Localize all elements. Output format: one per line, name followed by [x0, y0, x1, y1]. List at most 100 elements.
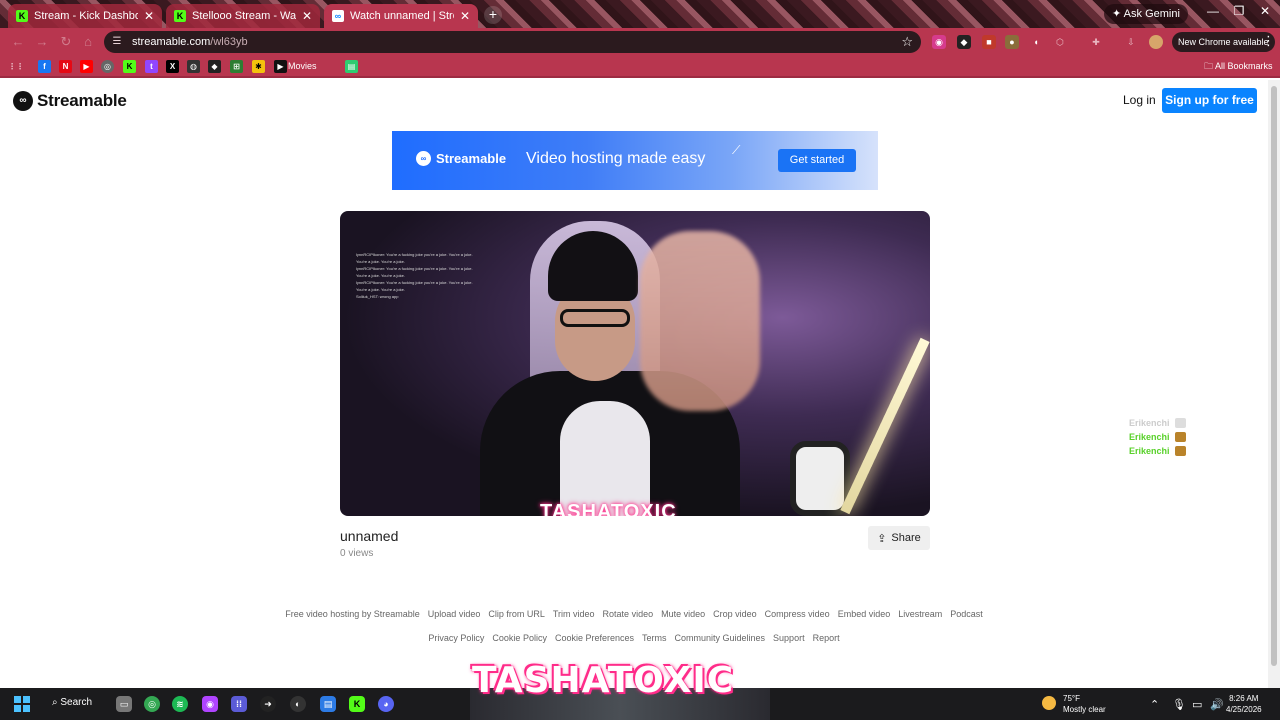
- extension-icon[interactable]: ◆: [957, 35, 971, 49]
- extension-icon[interactable]: ●: [1005, 35, 1019, 49]
- chat-username: Erikenchi: [1129, 432, 1170, 442]
- minimize-button[interactable]: —: [1204, 4, 1222, 22]
- x-icon[interactable]: X: [166, 60, 179, 73]
- close-icon[interactable]: ✕: [302, 9, 312, 23]
- page-scrollbar[interactable]: [1268, 80, 1280, 688]
- extension-icon[interactable]: ◖: [1029, 35, 1043, 49]
- video-frame-hat: [548, 231, 638, 301]
- footer-link[interactable]: Support: [773, 633, 805, 643]
- twitch-icon[interactable]: t: [145, 60, 158, 73]
- footer-link[interactable]: Rotate video: [603, 609, 654, 619]
- movies-icon[interactable]: ▶: [274, 60, 287, 73]
- tab-streamable[interactable]: ∞ Watch unnamed | Streamable ✕: [324, 4, 478, 28]
- apps-grid-icon[interactable]: ⋮⋮: [8, 60, 24, 73]
- footer-link[interactable]: Upload video: [428, 609, 481, 619]
- promo-banner[interactable]: ∞ Streamable Video hosting made easy ⟋ G…: [392, 131, 878, 190]
- app-icon[interactable]: ➜: [260, 696, 276, 712]
- side-chat-overlay: Erikenchi Erikenchi Erikenchi: [1129, 416, 1186, 458]
- maximize-button[interactable]: ❐: [1230, 4, 1248, 22]
- address-bar[interactable]: ☰ streamable.com/wl63yb ☆: [104, 31, 921, 53]
- ask-gemini-button[interactable]: ✦ Ask Gemini: [1104, 4, 1188, 24]
- footer-link[interactable]: Terms: [642, 633, 667, 643]
- system-clock[interactable]: 8:26 AM 4/25/2026: [1226, 693, 1262, 715]
- kick-icon[interactable]: K: [123, 60, 136, 73]
- chrome-icon[interactable]: ◎: [144, 696, 160, 712]
- video-overlay-name: TASHATOXIC: [540, 501, 677, 516]
- scrollbar-thumb[interactable]: [1271, 86, 1277, 666]
- facebook-icon[interactable]: f: [38, 60, 51, 73]
- footer-link[interactable]: Clip from URL: [488, 609, 545, 619]
- video-frame-light: [840, 337, 930, 515]
- ask-gemini-label: Ask Gemini: [1123, 8, 1180, 20]
- back-icon[interactable]: ←: [10, 34, 26, 50]
- footer-link[interactable]: Crop video: [713, 609, 757, 619]
- tab-stellooo-stream[interactable]: K Stellooo Stream - Watch Live on Kick ✕: [166, 4, 320, 28]
- notepad-icon[interactable]: ▤: [320, 696, 336, 712]
- app-icon[interactable]: ◉: [202, 696, 218, 712]
- close-icon[interactable]: ✕: [460, 9, 470, 23]
- footer-link[interactable]: Trim video: [553, 609, 595, 619]
- extension-icon[interactable]: ■: [982, 35, 996, 49]
- video-player[interactable]: lynnRCIPIkoner: You're a fucking joke yo…: [340, 211, 930, 516]
- extension-icon[interactable]: ◉: [932, 35, 946, 49]
- footer-link[interactable]: Cookie Preferences: [555, 633, 634, 643]
- microphone-icon[interactable]: 🎙: [1172, 698, 1186, 711]
- discord-icon[interactable]: ◕: [378, 696, 394, 712]
- menu-icon[interactable]: ⋮: [1262, 33, 1275, 49]
- close-icon[interactable]: ✕: [144, 9, 154, 23]
- video-frame-microphone: [790, 441, 850, 516]
- new-tab-button[interactable]: +: [484, 6, 502, 24]
- extension-icon[interactable]: ⬡: [1053, 35, 1067, 49]
- login-link[interactable]: Log in: [1123, 93, 1156, 107]
- tab-kick-dashboard[interactable]: K Stream - Kick Dashboard ✕: [8, 4, 162, 28]
- video-title: unnamed: [340, 528, 399, 544]
- bookmark-icon[interactable]: ⊞: [230, 60, 243, 73]
- new-chrome-available-button[interactable]: New Chrome available: [1172, 32, 1275, 52]
- footer-link[interactable]: Mute video: [661, 609, 705, 619]
- bookmark-icon[interactable]: ▤: [345, 60, 358, 73]
- netflix-icon[interactable]: N: [59, 60, 72, 73]
- bookmark-star-icon[interactable]: ☆: [901, 34, 913, 50]
- close-window-button[interactable]: ✕: [1256, 4, 1274, 22]
- footer-link[interactable]: Privacy Policy: [428, 633, 484, 643]
- extensions-puzzle-icon[interactable]: ✚: [1089, 35, 1103, 49]
- forward-icon[interactable]: →: [34, 34, 50, 50]
- bookmark-icon[interactable]: ✱: [252, 60, 265, 73]
- footer-link[interactable]: Podcast: [950, 609, 983, 619]
- site-info-icon[interactable]: ☰: [110, 35, 124, 49]
- bookmark-movies[interactable]: Movies: [288, 60, 317, 73]
- volume-icon[interactable]: 🔊: [1210, 698, 1224, 711]
- footer-link[interactable]: Free video hosting by Streamable: [285, 609, 420, 619]
- bookmark-icon[interactable]: ◆: [208, 60, 221, 73]
- footer-link[interactable]: Livestream: [898, 609, 942, 619]
- footer-link[interactable]: Embed video: [838, 609, 891, 619]
- network-icon[interactable]: ▭: [1192, 698, 1202, 711]
- share-button[interactable]: ⇪ Share: [868, 526, 930, 550]
- bookmark-icon[interactable]: ◎: [101, 60, 114, 73]
- obs-icon[interactable]: ◐: [290, 696, 306, 712]
- weather-widget[interactable]: 75°F Mostly clear: [1042, 693, 1106, 715]
- windows-start-icon[interactable]: [14, 696, 30, 712]
- home-icon[interactable]: ⌂: [80, 34, 96, 50]
- footer-link[interactable]: Cookie Policy: [492, 633, 547, 643]
- footer-link[interactable]: Compress video: [765, 609, 830, 619]
- taskbar-search[interactable]: ⌕ Search: [52, 697, 92, 708]
- bookmark-icon[interactable]: ◍: [187, 60, 200, 73]
- signup-button[interactable]: Sign up for free: [1162, 88, 1257, 113]
- footer-link[interactable]: Community Guidelines: [675, 633, 766, 643]
- chevron-up-icon[interactable]: ⌃: [1150, 698, 1159, 711]
- downloads-icon[interactable]: ⇩: [1124, 35, 1138, 49]
- app-grid-icon[interactable]: ⁞⁞: [231, 696, 247, 712]
- weather-desc: Mostly clear: [1063, 705, 1106, 714]
- kick-icon[interactable]: K: [349, 696, 365, 712]
- spotify-icon[interactable]: ≋: [172, 696, 188, 712]
- all-bookmarks-button[interactable]: 🗀 All Bookmarks: [1204, 60, 1273, 73]
- file-explorer-icon[interactable]: ▭: [116, 696, 132, 712]
- streamable-logo[interactable]: ∞ Streamable: [13, 91, 127, 111]
- get-started-button[interactable]: Get started: [778, 149, 856, 172]
- footer-link[interactable]: Report: [813, 633, 840, 643]
- weather-temp: 75°F: [1063, 694, 1080, 703]
- youtube-icon[interactable]: ▶: [80, 60, 93, 73]
- profile-avatar[interactable]: [1149, 35, 1163, 49]
- reload-icon[interactable]: ↻: [58, 34, 74, 50]
